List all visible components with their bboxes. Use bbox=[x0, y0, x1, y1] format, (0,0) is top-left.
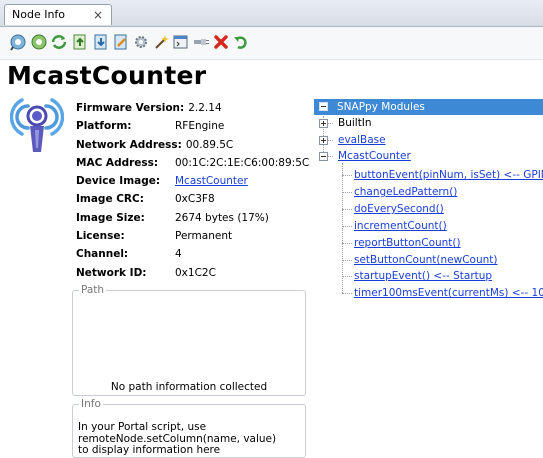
info-group: Info In your Portal script, use remoteNo… bbox=[72, 398, 306, 458]
firmware-label: Firmware Version: bbox=[76, 102, 185, 114]
channel-label: Channel: bbox=[76, 248, 129, 261]
size-label: Image Size: bbox=[76, 211, 145, 224]
tab-strip: Node Info × bbox=[0, 0, 543, 27]
tree-function-link[interactable]: buttonEvent(pinNum, isSet) <-- GPIN bbox=[354, 169, 543, 182]
tree-connector bbox=[342, 226, 352, 227]
tree-connector bbox=[342, 163, 343, 293]
node-radio-icon bbox=[9, 94, 65, 158]
crc-value: 0xC3F8 bbox=[175, 193, 215, 206]
tree-module-builtin[interactable]: BuiltIn bbox=[314, 116, 543, 133]
mac-label: MAC Address: bbox=[76, 156, 159, 169]
license-row: License: Permanent bbox=[76, 227, 233, 245]
tree-connector bbox=[342, 175, 352, 176]
firmware-value: 2.2.14 bbox=[188, 102, 222, 114]
size-row: Image Size: 2674 bytes (17%) bbox=[76, 209, 269, 227]
tree-function-link[interactable]: changeLedPattern() bbox=[354, 186, 457, 199]
network-address-value: 00.89.5C bbox=[185, 138, 234, 151]
tree-connector bbox=[342, 276, 352, 277]
platform-label: Platform: bbox=[76, 120, 132, 133]
size-value: 2674 bytes (17%) bbox=[175, 211, 269, 224]
upload-script-icon[interactable] bbox=[71, 33, 89, 51]
info-line: In your Portal script, use bbox=[78, 421, 207, 433]
collapse-icon[interactable] bbox=[319, 102, 328, 111]
license-value: Permanent bbox=[175, 230, 233, 243]
crc-row: Image CRC: 0xC3F8 bbox=[76, 190, 233, 208]
platform-row: Platform: RFEngine bbox=[76, 117, 233, 135]
delete-icon[interactable] bbox=[212, 33, 230, 51]
expand-icon[interactable] bbox=[319, 119, 328, 128]
toolbar bbox=[0, 27, 543, 60]
info-legend: Info bbox=[81, 398, 101, 410]
path-group: Path No path information collected bbox=[72, 284, 306, 396]
tree-connector bbox=[342, 243, 352, 244]
channel-row: Channel: 4 bbox=[76, 245, 233, 263]
edit-script-icon[interactable] bbox=[112, 33, 130, 51]
crc-label: Image CRC: bbox=[76, 193, 144, 206]
reboot-icon[interactable] bbox=[232, 33, 250, 51]
tree-function-link[interactable]: setButtonCount(newCount) bbox=[354, 254, 497, 267]
firmware-row: Firmware Version: 2.2.14 bbox=[76, 99, 233, 117]
tab-label: Node Info bbox=[12, 8, 66, 21]
download-script-icon[interactable] bbox=[92, 33, 110, 51]
mac-row: MAC Address: 00:1C:2C:1E:C6:00:89:5C bbox=[76, 154, 309, 172]
module-label[interactable]: evalBase bbox=[338, 134, 386, 147]
network-address-row: Network Address: 00.89.5C bbox=[76, 136, 233, 154]
info-line: to display information here bbox=[78, 444, 221, 456]
tree-function-link[interactable]: incrementCount() bbox=[354, 220, 447, 233]
tree-root-snappy-modules[interactable]: SNAPpy Modules bbox=[314, 99, 543, 115]
device-image-link[interactable]: McastCounter bbox=[175, 172, 248, 190]
network-id-value: 0x1C2C bbox=[175, 266, 216, 279]
license-label: License: bbox=[76, 230, 125, 243]
tree-connector bbox=[342, 192, 352, 193]
tree-connector bbox=[342, 293, 352, 294]
attach-icon[interactable] bbox=[192, 33, 210, 51]
query-icon[interactable] bbox=[30, 33, 48, 51]
device-image-label: Device Image: bbox=[76, 175, 161, 188]
wand-icon[interactable] bbox=[152, 33, 170, 51]
channel-value: 4 bbox=[175, 248, 182, 261]
module-label[interactable]: BuiltIn bbox=[338, 117, 372, 130]
platform-value: RFEngine bbox=[175, 120, 225, 133]
tree-function-link[interactable]: doEverySecond() bbox=[354, 203, 444, 216]
network-id-label: Network ID: bbox=[76, 266, 147, 279]
ping-icon[interactable] bbox=[9, 33, 27, 51]
module-label[interactable]: McastCounter bbox=[338, 150, 411, 163]
device-image-row: Device Image: McastCounter bbox=[76, 172, 248, 190]
path-empty-message: No path information collected bbox=[110, 381, 268, 393]
tab-node-info[interactable]: Node Info × bbox=[4, 4, 112, 25]
tree-module-evalbase[interactable]: evalBase bbox=[314, 133, 543, 150]
path-legend: Path bbox=[81, 284, 105, 296]
mac-value: 00:1C:2C:1E:C6:00:89:5C bbox=[175, 156, 310, 169]
tree-function-link[interactable]: startupEvent() <-- Startup bbox=[354, 270, 492, 283]
configure-icon[interactable] bbox=[132, 33, 150, 51]
refresh-icon[interactable] bbox=[50, 33, 68, 51]
expand-icon[interactable] bbox=[319, 136, 328, 145]
collapse-icon[interactable] bbox=[319, 152, 328, 161]
command-line-icon[interactable] bbox=[172, 33, 190, 51]
tree-connector bbox=[342, 209, 352, 210]
node-properties: Firmware Version: 2.2.14 Platform: RFEngi… bbox=[76, 99, 309, 282]
network-address-label: Network Address: bbox=[76, 138, 182, 151]
page-title: McastCounter bbox=[7, 61, 207, 90]
tree-module-mcastcounter[interactable]: McastCounter bbox=[314, 149, 543, 166]
close-icon[interactable]: × bbox=[93, 5, 103, 25]
snappy-modules-tree: SNAPpy Modules BuiltIn evalBase McastCou… bbox=[314, 99, 543, 444]
tree-root-label: SNAPpy Modules bbox=[337, 101, 425, 113]
tree-function-link[interactable]: reportButtonCount() bbox=[354, 237, 461, 250]
info-message: In your Portal script, use remoteNode.se… bbox=[78, 421, 276, 457]
network-id-row: Network ID: 0x1C2C bbox=[76, 264, 233, 282]
tree-function-link[interactable]: timer100msEvent(currentMs) <-- 100 bbox=[354, 287, 543, 300]
tree-connector bbox=[342, 260, 352, 261]
